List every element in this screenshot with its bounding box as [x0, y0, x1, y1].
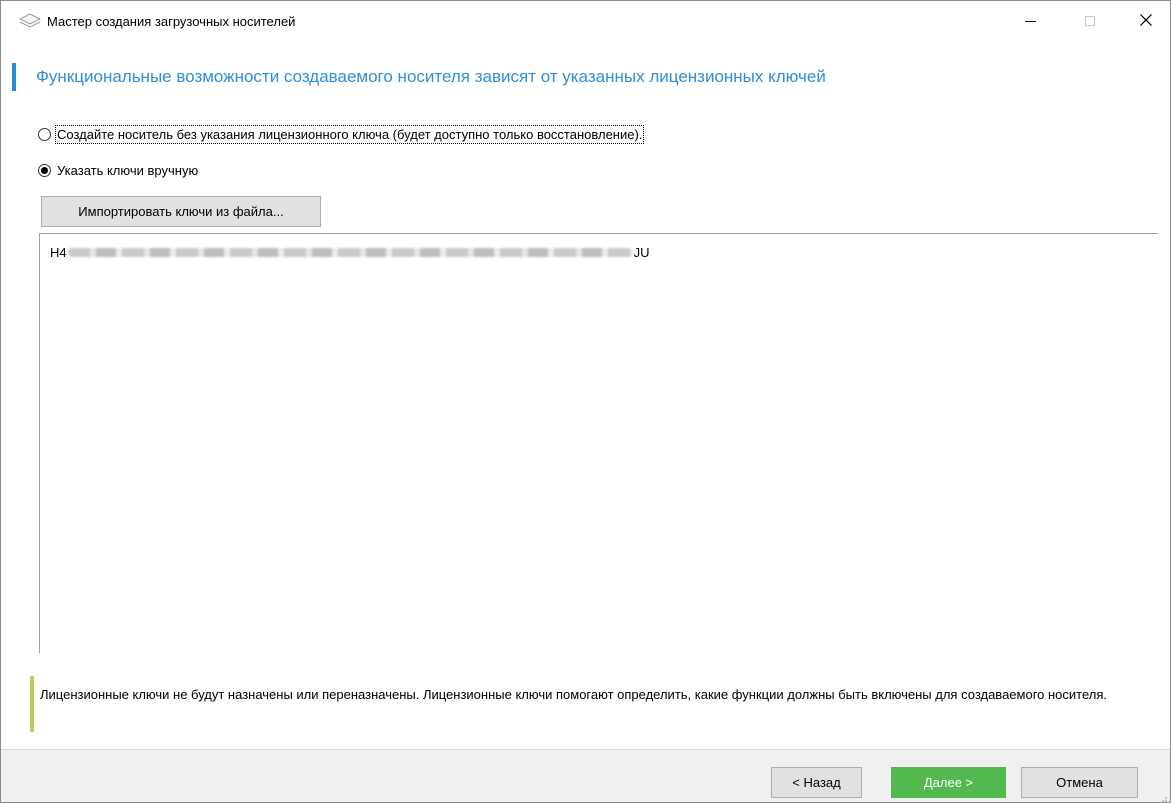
minimize-button[interactable] — [1007, 1, 1053, 41]
resize-grip-icon[interactable] — [1158, 791, 1168, 802]
info-accent-bar — [30, 676, 34, 732]
license-key-line: H4 JU — [50, 245, 650, 260]
wizard-layers-icon — [18, 13, 42, 29]
wizard-window: Мастер создания загрузочных носителей Фу… — [0, 0, 1171, 803]
close-button[interactable] — [1123, 1, 1169, 41]
close-icon — [1140, 13, 1152, 29]
license-key-redacted — [67, 248, 633, 257]
radio-manual-keys-label[interactable]: Указать ключи вручную — [57, 163, 198, 178]
cancel-button[interactable]: Отмена — [1021, 767, 1138, 798]
minimize-icon — [1024, 20, 1036, 22]
radio-manual-keys-indicator[interactable] — [38, 164, 51, 177]
next-button[interactable]: Далее > — [891, 767, 1006, 798]
title-bar: Мастер создания загрузочных носителей — [1, 1, 1170, 41]
license-keys-textarea[interactable]: H4 JU — [39, 233, 1158, 653]
header-accent-bar — [12, 63, 16, 91]
radio-manual-keys[interactable]: Указать ключи вручную — [38, 163, 198, 178]
radio-no-key-indicator[interactable] — [38, 128, 51, 141]
maximize-icon — [1085, 16, 1095, 26]
radio-no-key-label[interactable]: Создайте носитель без указания лицензион… — [54, 125, 645, 144]
page-heading: Функциональные возможности создаваемого … — [36, 67, 826, 86]
import-keys-button[interactable]: Импортировать ключи из файла... — [41, 196, 321, 227]
info-message: Лицензионные ключи не будут назначены ил… — [40, 687, 1108, 702]
license-key-prefix: H4 — [50, 245, 67, 260]
maximize-button[interactable] — [1067, 1, 1113, 41]
footer-bar: < Назад Далее > Отмена — [1, 749, 1170, 802]
license-key-suffix: JU — [633, 245, 650, 260]
radio-no-key[interactable]: Создайте носитель без указания лицензион… — [38, 125, 645, 144]
back-button[interactable]: < Назад — [771, 767, 862, 798]
window-title: Мастер создания загрузочных носителей — [47, 14, 296, 29]
